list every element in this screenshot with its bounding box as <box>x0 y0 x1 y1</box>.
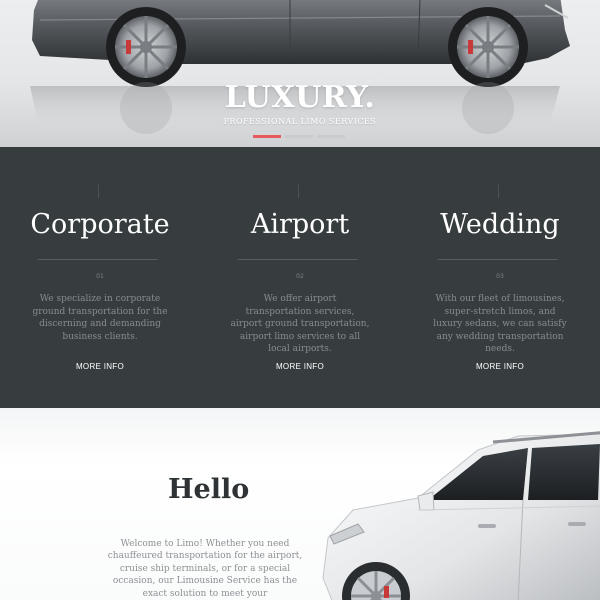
service-title: Wedding <box>440 209 560 240</box>
hero-slider: LUXURY. PROFESSIONAL LIMO SERVICES <box>0 0 600 147</box>
hero-title: LUXURY. <box>224 80 376 115</box>
service-corporate: Corporate 01 We specialize in corporate … <box>0 147 200 408</box>
divider-tick <box>98 184 99 198</box>
more-info-link-wedding[interactable]: MORE INFO <box>400 362 600 371</box>
slider-pagination <box>253 135 345 138</box>
service-title: Corporate <box>30 209 170 240</box>
service-wedding: Wedding 03 With our fleet of limousines,… <box>400 147 600 408</box>
more-info-link-corporate[interactable]: MORE INFO <box>0 362 200 371</box>
divider-line <box>38 259 158 260</box>
service-number: 01 <box>96 273 104 280</box>
divider-tick <box>298 184 299 198</box>
hero-subtitle: PROFESSIONAL LIMO SERVICES <box>223 117 377 126</box>
about-text: Welcome to Limo! Whether you need chauff… <box>107 539 303 599</box>
slider-dot-3[interactable] <box>317 135 345 138</box>
service-number: 03 <box>496 273 504 280</box>
services-section: Corporate 01 We specialize in corporate … <box>0 147 600 408</box>
slider-dot-1[interactable] <box>253 135 281 138</box>
service-description: With our fleet of limousines, super-stre… <box>433 294 567 354</box>
service-title: Airport <box>250 209 350 240</box>
more-info-link-airport[interactable]: MORE INFO <box>200 362 400 371</box>
divider-line <box>238 259 358 260</box>
service-description: We offer airport transportation services… <box>230 294 370 354</box>
white-suv-image <box>322 431 600 600</box>
service-number: 02 <box>296 273 304 280</box>
divider-tick <box>498 184 499 198</box>
divider-line <box>438 259 558 260</box>
slider-dot-2[interactable] <box>285 135 313 138</box>
about-section: Hello Welcome to Limo! Whether you need … <box>0 408 600 600</box>
service-description: We specialize in corporate ground transp… <box>32 294 168 342</box>
about-heading: Hello <box>168 474 250 505</box>
service-airport: Airport 02 We offer airport transportati… <box>200 147 400 408</box>
